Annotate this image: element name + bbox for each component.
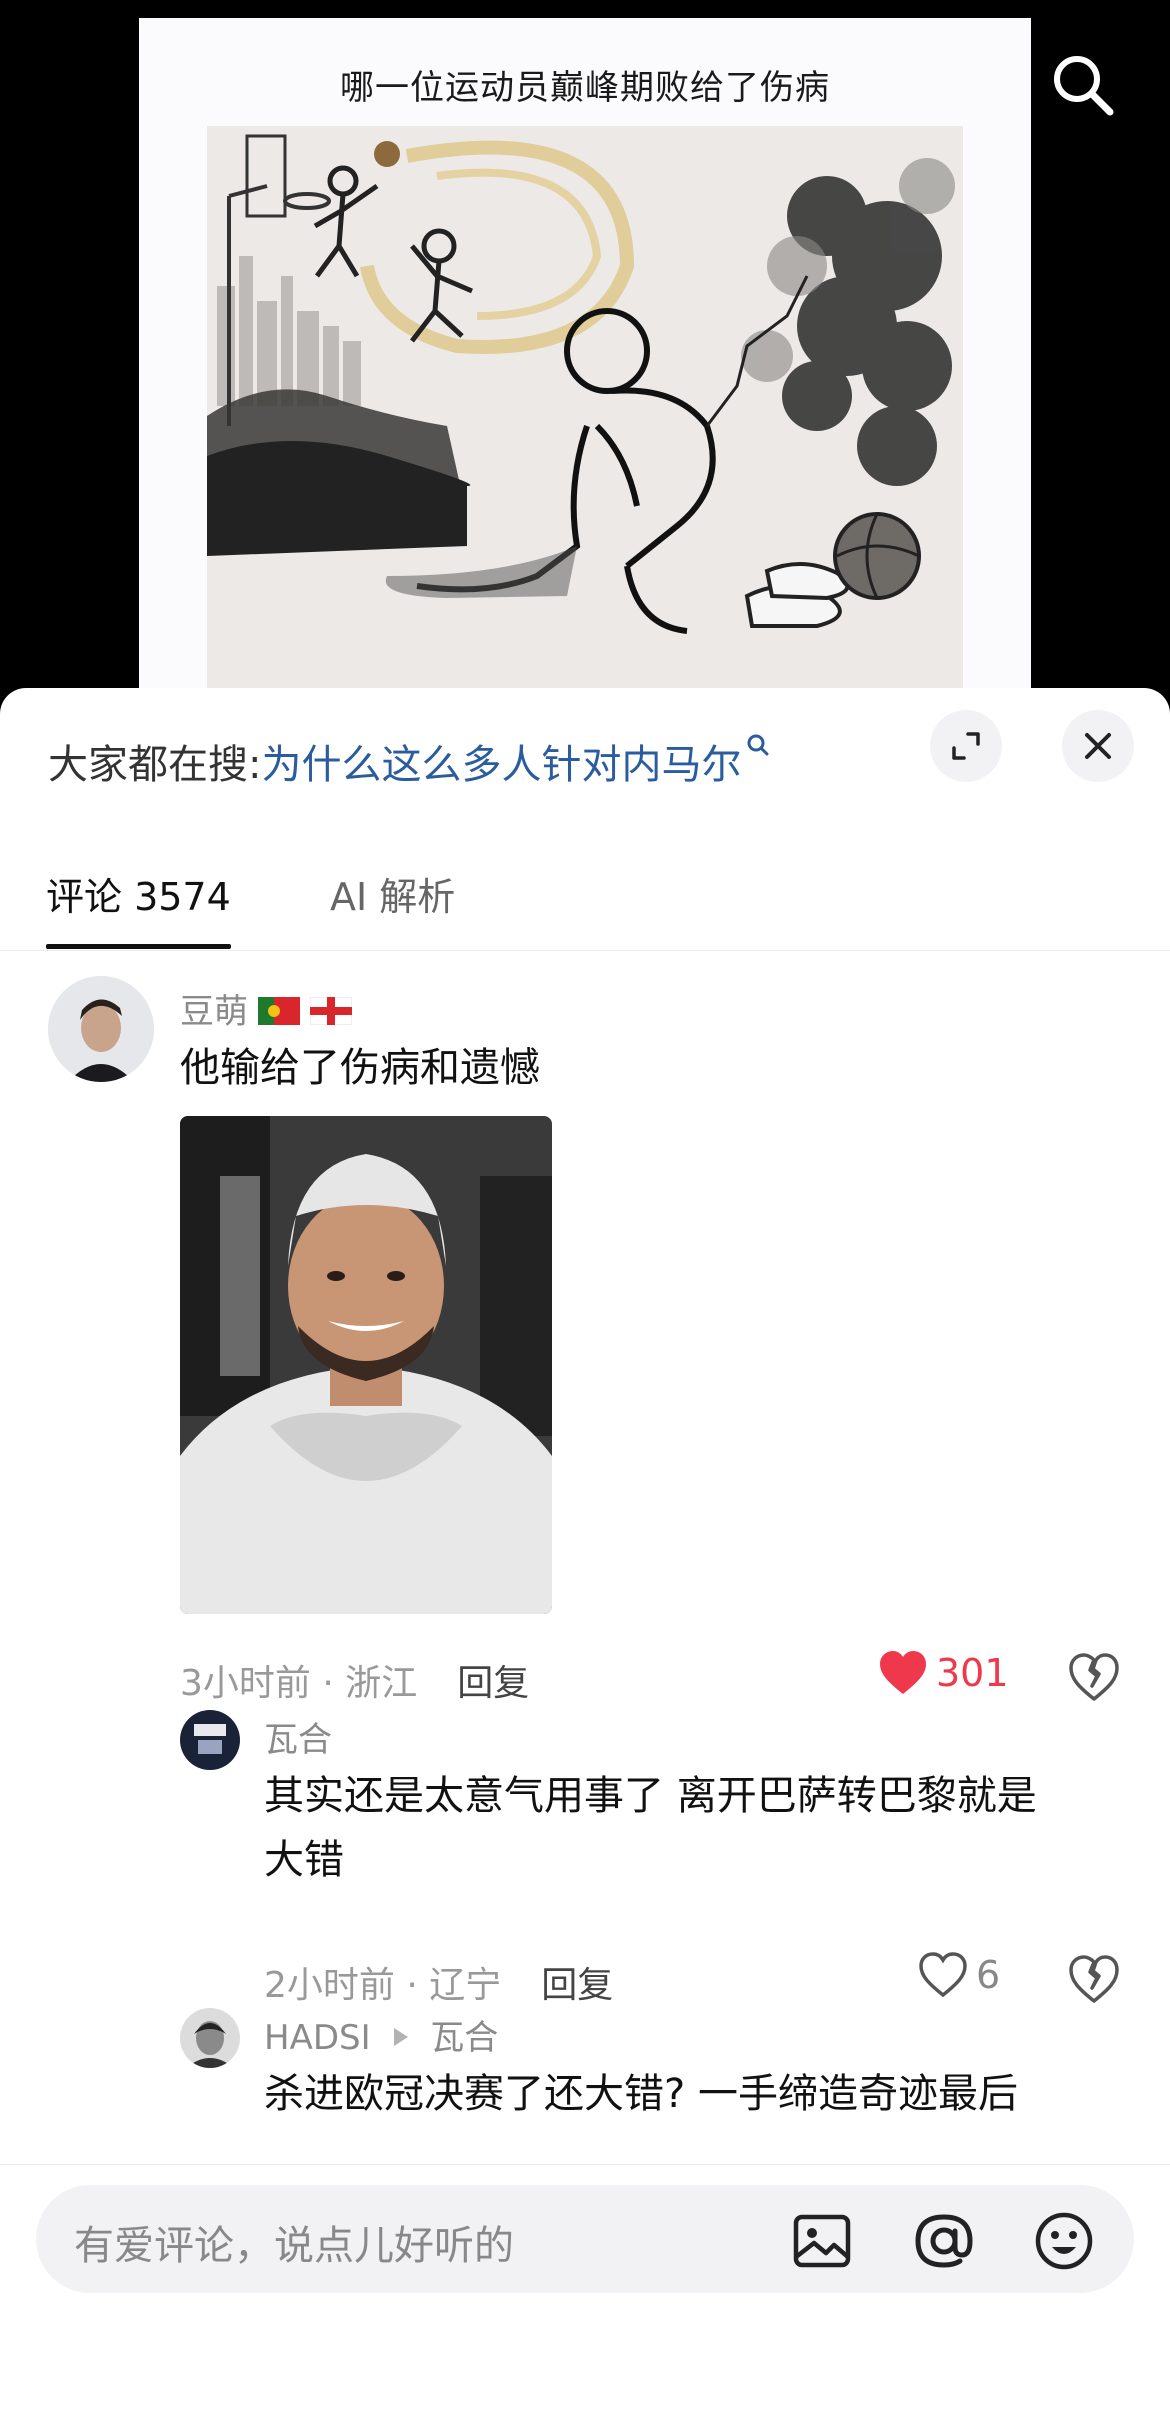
comment-text: 他输给了伤病和遗憾 [180, 1045, 540, 1091]
reply-text: 杀进欧冠决赛了还大错? 一手缔造奇迹最后 [264, 2071, 1018, 2117]
reply-meta: 2小时前 · 辽宁 回复 [264, 1956, 613, 2008]
like-count: 301 [936, 1651, 1009, 1695]
reply-username[interactable]: HADSI [264, 2018, 371, 2058]
reply-text: 其实还是太意气用事了 离开巴萨转巴黎就是 大错 [264, 1764, 1124, 1892]
image-icon[interactable] [790, 2209, 854, 2273]
reply-arrow-icon [394, 2027, 409, 2046]
reply-text-line: 其实还是太意气用事了 离开巴萨转巴黎就是 [264, 1773, 1037, 1819]
reply-avatar[interactable] [180, 2008, 240, 2068]
like-count: 6 [976, 1953, 1001, 1997]
reply-time-location: 2小时前 · 辽宁 [264, 1965, 502, 2006]
search-icon[interactable] [1048, 50, 1118, 120]
close-button[interactable] [1062, 710, 1134, 782]
avatar[interactable] [48, 976, 154, 1082]
england-flag-icon [310, 996, 352, 1025]
comment-username[interactable]: 豆萌 [180, 984, 352, 1033]
comment-composer: 有爱评论，说点儿好听的 [0, 2164, 1170, 2411]
tab-comments[interactable]: 评论 3574 [46, 866, 231, 949]
reply-button[interactable]: 回复 [541, 1965, 613, 2006]
comment-meta: 3小时前 · 浙江 回复 [180, 1654, 529, 1706]
broken-heart-icon[interactable] [1068, 1954, 1120, 2006]
heart-outline-icon [919, 1952, 967, 1998]
reply-username-row: HADSI 瓦合 [264, 2010, 498, 2059]
hot-search-bar[interactable]: 大家都在搜:为什么这么多人针对内马尔 [48, 732, 769, 790]
avatar-image [48, 976, 154, 1082]
mention-icon[interactable] [912, 2209, 976, 2273]
comment-time-location: 3小时前 · 浙江 [180, 1663, 418, 1704]
search-icon [747, 734, 769, 756]
heart-filled-icon [880, 1651, 926, 1694]
poster-title: 哪一位运动员巅峰期败给了伤病 [340, 68, 830, 108]
hot-search-prefix: 大家都在搜: [48, 742, 262, 788]
hot-search-query[interactable]: 为什么这么多人针对内马尔 [261, 742, 741, 788]
comment-input-placeholder: 有爱评论，说点儿好听的 [74, 2223, 514, 2269]
reply-text-line: 大错 [264, 1837, 344, 1883]
broken-heart-icon[interactable] [1068, 1652, 1120, 1704]
reply-button[interactable]: 回复 [457, 1663, 529, 1704]
expand-icon [952, 732, 980, 760]
poster-illustration [207, 126, 963, 700]
comment-tabs: 评论 3574 AI 解析 [0, 838, 1170, 951]
comment-sheet: 大家都在搜:为什么这么多人针对内马尔 评论 3574 AI 解析 豆萌 他输给了… [0, 688, 1170, 2411]
close-icon [1085, 733, 1111, 759]
comment-photo[interactable] [180, 1116, 552, 1614]
video-poster: 哪一位运动员巅峰期败给了伤病 [139, 18, 1031, 700]
reply-avatar[interactable] [180, 1710, 240, 1770]
reply-username[interactable]: 瓦合 [264, 1712, 332, 1761]
emoji-icon[interactable] [1032, 2209, 1096, 2273]
avatar-image [180, 1710, 240, 1770]
portugal-flag-icon [258, 996, 300, 1025]
like-button[interactable]: 301 [878, 1650, 1009, 1696]
avatar-image [180, 2008, 240, 2068]
video-area[interactable]: 哪一位运动员巅峰期败给了伤病 [0, 0, 1170, 700]
like-button[interactable]: 6 [918, 1952, 1000, 1998]
reply-to-username[interactable]: 瓦合 [430, 2018, 498, 2058]
expand-button[interactable] [930, 710, 1002, 782]
comment-input[interactable]: 有爱评论，说点儿好听的 [36, 2185, 1134, 2293]
comment-photo-image [180, 1116, 552, 1614]
tab-ai-analysis[interactable]: AI 解析 [330, 866, 455, 921]
